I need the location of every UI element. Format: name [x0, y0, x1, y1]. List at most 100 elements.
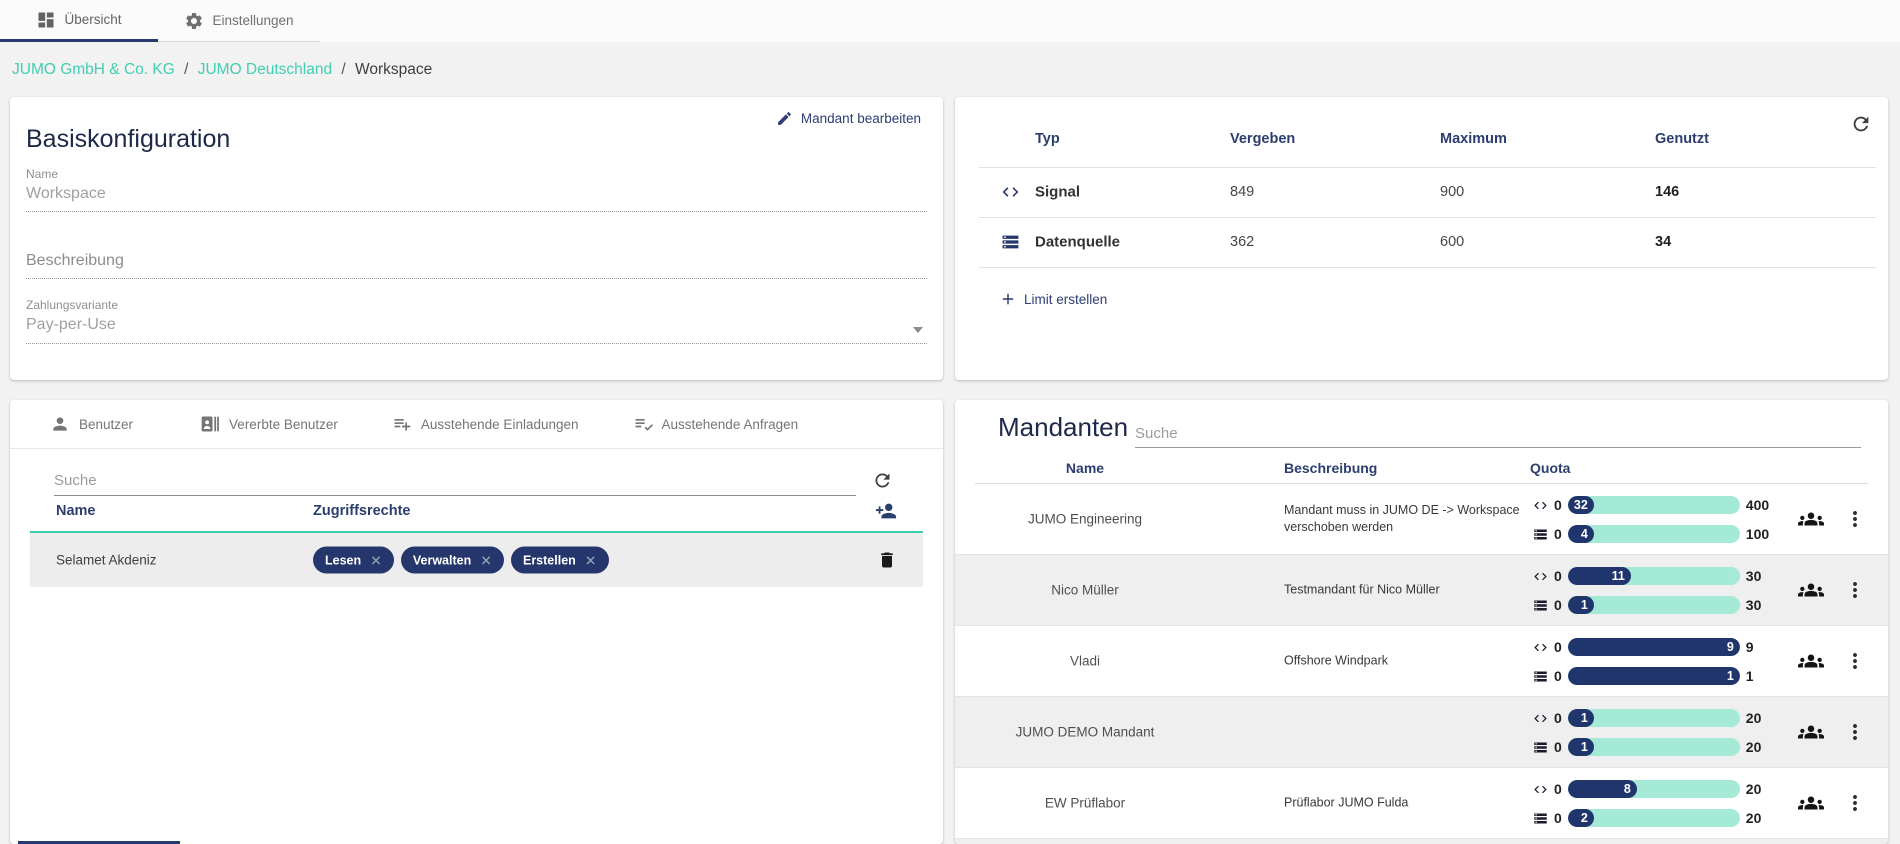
- delete-user-button[interactable]: [877, 550, 897, 570]
- create-limit-button[interactable]: Limit erstellen: [999, 290, 1107, 308]
- breadcrumb-link-company[interactable]: JUMO GmbH & Co. KG: [12, 61, 175, 78]
- chip-remove-icon[interactable]: ✕: [370, 553, 382, 567]
- row-menu-button[interactable]: [1843, 791, 1867, 815]
- storage-icon: [1533, 740, 1548, 755]
- limit-row-genutzt: 34: [1655, 234, 1671, 250]
- refresh-icon: [1850, 113, 1872, 135]
- user-search-input[interactable]: [54, 466, 856, 496]
- column-header-typ: Typ: [1035, 131, 1060, 147]
- quota-min: 0: [1554, 710, 1562, 726]
- quota-bar: 1: [1568, 738, 1740, 756]
- mandant-row[interactable]: EW Prüflabor Prüflabor JUMO Fulda 0 8 20…: [955, 768, 1888, 839]
- name-field-value[interactable]: Workspace: [26, 185, 106, 203]
- pencil-icon: [776, 110, 793, 127]
- members-button[interactable]: [1798, 719, 1824, 745]
- tab-benutzer[interactable]: Benutzer: [10, 400, 173, 448]
- quota-min: 0: [1554, 568, 1562, 584]
- column-header-rights: Zugriffsrechte: [313, 503, 411, 519]
- add-user-button[interactable]: [875, 500, 897, 522]
- row-menu-button[interactable]: [1843, 578, 1867, 602]
- quota-min: 0: [1554, 639, 1562, 655]
- name-field-underline: [26, 211, 927, 212]
- limits-card: Typ Vergeben Maximum Genutzt Signal 849 …: [955, 97, 1888, 380]
- column-header-vergeben: Vergeben: [1230, 131, 1295, 147]
- groups-icon: [1798, 506, 1824, 532]
- limit-row-typ: Signal: [1035, 184, 1080, 201]
- quota-bar-fill: 11: [1568, 567, 1631, 585]
- quota-min: 0: [1554, 810, 1562, 826]
- playlist-add-icon: [392, 414, 412, 434]
- code-icon: [1001, 183, 1020, 202]
- groups-icon: [1798, 719, 1824, 745]
- quota-line: 0 11 30: [1533, 564, 1761, 588]
- access-rights: Lesen ✕ Verwalten ✕ Erstellen ✕: [313, 547, 609, 574]
- refresh-button[interactable]: [1850, 113, 1872, 135]
- mandanten-search-input[interactable]: [1135, 420, 1861, 448]
- limit-row-vergeben: 362: [1230, 234, 1254, 250]
- tab-uebersicht-label: Übersicht: [64, 12, 121, 27]
- quota-bar: 9: [1568, 638, 1740, 656]
- card-title: Basiskonfiguration: [26, 125, 230, 154]
- quota-min: 0: [1554, 781, 1562, 797]
- create-limit-label: Limit erstellen: [1024, 292, 1107, 307]
- quota-bar-fill: 1: [1568, 667, 1740, 685]
- refresh-icon: [872, 470, 893, 491]
- contact-badge-icon: [200, 414, 220, 434]
- tab-einstellungen[interactable]: Einstellungen: [158, 0, 320, 42]
- limit-row-maximum: 600: [1440, 234, 1464, 250]
- divider: [979, 267, 1876, 268]
- mandant-row[interactable]: Nico Müller Testmandant für Nico Müller …: [955, 555, 1888, 626]
- members-button[interactable]: [1798, 790, 1824, 816]
- divider: [979, 167, 1876, 168]
- mandant-row[interactable]: Vladi Offshore Windpark 0 9 9 0 1 1: [955, 626, 1888, 697]
- tab-ausstehende-einladungen[interactable]: Ausstehende Einladungen: [365, 400, 606, 448]
- tab-uebersicht[interactable]: Übersicht: [0, 0, 158, 42]
- dashboard-icon: [36, 10, 56, 30]
- mandant-name: JUMO Engineering: [975, 512, 1195, 527]
- quota-bar-fill: 1: [1568, 738, 1594, 756]
- members-button[interactable]: [1798, 577, 1824, 603]
- quota-max: 20: [1746, 739, 1762, 755]
- more-vert-icon: [1843, 791, 1867, 815]
- more-vert-icon: [1843, 578, 1867, 602]
- quota-line: 0 1 1: [1533, 664, 1754, 688]
- quota-min: 0: [1554, 526, 1562, 542]
- chip-label: Erstellen: [523, 553, 576, 567]
- members-button[interactable]: [1798, 506, 1824, 532]
- tab-ausstehende-anfragen[interactable]: Ausstehende Anfragen: [606, 400, 826, 448]
- row-menu-button[interactable]: [1843, 507, 1867, 531]
- dashboard-icon: [36, 10, 56, 30]
- column-header-genutzt: Genutzt: [1655, 131, 1709, 147]
- breadcrumb-link-org[interactable]: JUMO Deutschland: [198, 61, 332, 78]
- more-vert-icon: [1843, 649, 1867, 673]
- row-menu-button[interactable]: [1843, 720, 1867, 744]
- mandant-row[interactable]: JUMO Engineering Mandant muss in JUMO DE…: [955, 484, 1888, 555]
- chip-remove-icon[interactable]: ✕: [480, 553, 492, 567]
- storage-icon: [1533, 598, 1548, 613]
- refresh-icon: [872, 470, 893, 491]
- mandant-row[interactable]: JUMO DEMO Mandant 0 1 20 0 1 20: [955, 697, 1888, 768]
- quota-line: 0 1 20: [1533, 706, 1761, 730]
- quota-bar: 1: [1568, 596, 1740, 614]
- column-header-quota: Quota: [1530, 460, 1570, 476]
- row-menu-button[interactable]: [1843, 649, 1867, 673]
- column-header-beschreibung: Beschreibung: [1284, 460, 1377, 476]
- plus-icon: [999, 290, 1017, 308]
- gear-icon: [184, 11, 204, 31]
- quota-line: 0 32 400: [1533, 493, 1769, 517]
- chevron-down-icon[interactable]: [913, 327, 923, 333]
- refresh-button[interactable]: [872, 470, 893, 491]
- code-icon: [1001, 183, 1020, 202]
- edit-mandant-button[interactable]: Mandant bearbeiten: [776, 110, 921, 127]
- mandant-name: Nico Müller: [975, 583, 1195, 598]
- chip-remove-icon[interactable]: ✕: [585, 553, 597, 567]
- quota-line: 0 4 100: [1533, 522, 1769, 546]
- beschreibung-field-label[interactable]: Beschreibung: [26, 252, 124, 270]
- zahlungsvariante-select-value[interactable]: Pay-per-Use: [26, 316, 116, 334]
- tab-vererbte-benutzer[interactable]: Vererbte Benutzer: [173, 400, 365, 448]
- column-header-name: Name: [56, 503, 96, 519]
- storage-icon: [1533, 669, 1548, 684]
- members-button[interactable]: [1798, 648, 1824, 674]
- quota-line: 0 2 20: [1533, 806, 1761, 830]
- mandant-name: EW Prüflabor: [975, 796, 1195, 811]
